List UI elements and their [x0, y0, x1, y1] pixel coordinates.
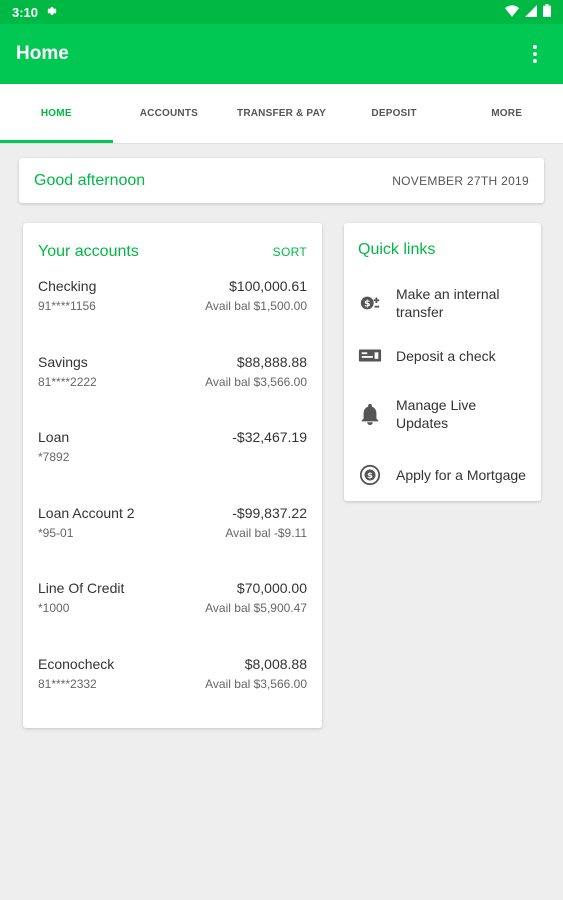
account-balance: $100,000.61 — [229, 278, 307, 294]
account-available-balance: Avail bal -$9.11 — [225, 525, 307, 540]
quick-link-label: Deposit a check — [396, 348, 496, 364]
account-name: Checking — [38, 278, 97, 294]
account-number: *95-01 — [38, 525, 74, 540]
tab-bar: HOME ACCOUNTS TRANSFER & PAY DEPOSIT MOR… — [0, 84, 563, 144]
accounts-list: Checking 91****1156 $100,000.61 Avail ba… — [23, 278, 322, 732]
account-row-loan-account-2[interactable]: Loan Account 2 *95-01 -$99,837.22 Avail … — [38, 505, 307, 581]
quick-link-internal-transfer[interactable]: $ Make an internal transfer — [344, 285, 541, 321]
account-name: Loan Account 2 — [38, 504, 135, 521]
account-number: *7892 — [38, 450, 70, 465]
account-row-savings[interactable]: Savings 81****2222 $88,888.88 Avail bal … — [38, 354, 307, 430]
quick-link-label: Manage Live Updates — [396, 397, 477, 431]
account-name: Savings — [38, 353, 88, 370]
bell-icon — [358, 402, 382, 426]
quick-link-label: Make an internal transfer — [396, 286, 500, 320]
status-bar: 3:10 — [0, 0, 563, 24]
tab-transfer-pay[interactable]: TRANSFER & PAY — [225, 84, 338, 143]
account-balance: -$99,837.22 — [232, 504, 307, 521]
accounts-card: Your accounts SORT Checking 91****1156 $… — [23, 223, 322, 728]
account-balance: -$32,467.19 — [232, 429, 307, 446]
quick-link-live-updates[interactable]: Manage Live Updates — [344, 396, 541, 432]
greeting-text: Good afternoon — [34, 171, 146, 189]
account-balance: $88,888.88 — [236, 353, 307, 370]
svg-text:$: $ — [367, 470, 373, 480]
tab-more[interactable]: MORE — [450, 84, 563, 143]
account-available-balance: Avail bal $1,500.00 — [205, 299, 307, 313]
account-number: 81****2332 — [38, 676, 97, 691]
account-row-loan[interactable]: Loan *7892 -$32,467.19 — [38, 429, 307, 505]
quick-links-card: Quick links $ Make an internal transfer … — [344, 223, 541, 501]
quick-link-label: Apply for a Mortgage — [396, 467, 526, 483]
account-row-line-of-credit[interactable]: Line Of Credit *1000 $70,000.00 Avail ba… — [38, 580, 307, 656]
account-number: *1000 — [38, 601, 70, 616]
account-balance: $70,000.00 — [236, 580, 307, 597]
quick-link-deposit-check[interactable]: Deposit a check — [344, 344, 541, 368]
quick-links-title: Quick links — [358, 241, 436, 258]
account-balance: $8,008.88 — [244, 655, 307, 672]
quick-link-apply-mortgage[interactable]: $ Apply for a Mortgage — [344, 463, 541, 487]
page-title: Home — [16, 43, 69, 64]
sort-button[interactable]: SORT — [273, 245, 307, 259]
app-bar: Home — [0, 24, 563, 84]
check-deposit-icon — [358, 344, 382, 368]
signal-icon — [525, 4, 537, 20]
transfer-money-icon: $ — [358, 291, 382, 315]
greeting-date: NOVEMBER 27TH 2019 — [392, 173, 529, 188]
account-available-balance: Avail bal $5,900.47 — [205, 601, 307, 616]
dollar-circle-icon: $ — [358, 463, 382, 487]
account-row-checking[interactable]: Checking 91****1156 $100,000.61 Avail ba… — [38, 278, 307, 354]
settings-gear-icon — [46, 5, 58, 20]
greeting-card: Good afternoon NOVEMBER 27TH 2019 — [19, 158, 544, 203]
svg-text:$: $ — [364, 299, 370, 310]
accounts-title: Your accounts — [38, 243, 139, 260]
account-name: Line Of Credit — [38, 580, 125, 597]
battery-icon — [543, 4, 551, 20]
overflow-menu-icon[interactable] — [523, 42, 547, 66]
tab-home[interactable]: HOME — [0, 84, 113, 143]
tab-accounts[interactable]: ACCOUNTS — [113, 84, 226, 143]
account-number: 81****2222 — [38, 374, 97, 389]
account-row-econocheck[interactable]: Econocheck 81****2332 $8,008.88 Avail ba… — [38, 656, 307, 732]
account-number: 91****1156 — [38, 299, 96, 313]
account-name: Loan — [38, 429, 70, 446]
status-time: 3:10 — [12, 4, 39, 20]
account-available-balance: Avail bal $3,566.00 — [205, 374, 307, 389]
account-available-balance: Avail bal $3,566.00 — [205, 676, 307, 691]
tab-deposit[interactable]: DEPOSIT — [338, 84, 451, 143]
account-name: Econocheck — [38, 655, 115, 672]
wifi-icon — [505, 4, 519, 20]
